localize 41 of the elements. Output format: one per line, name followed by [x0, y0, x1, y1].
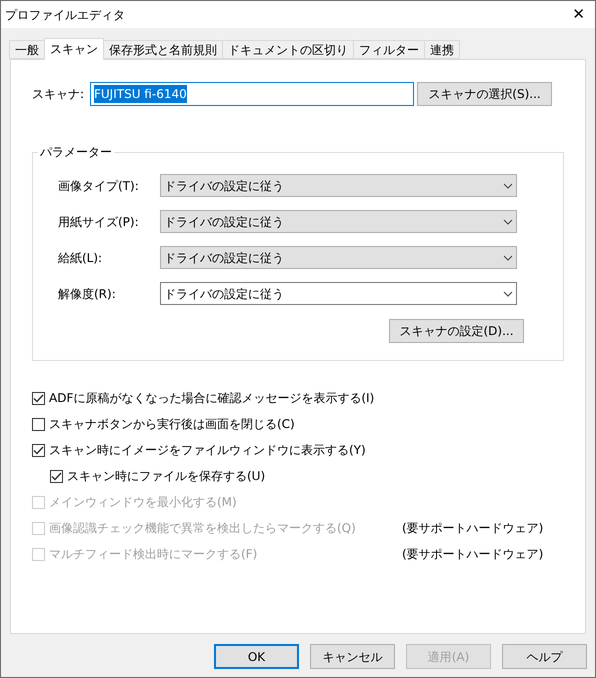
checkbox-label: 画像認識チェック機能で異常を検出したらマークする(Q)	[49, 520, 356, 537]
hardware-note: (要サポートハードウェア)	[402, 546, 544, 563]
checkbox-label: スキャン時にイメージをファイルウィンドウに表示する(Y)	[49, 442, 366, 459]
dropdown[interactable]: ドライバの設定に従う	[160, 282, 517, 305]
tab[interactable]: スキャン	[44, 38, 104, 60]
field-label: 用紙サイズ(P):	[58, 214, 140, 230]
checkbox[interactable]	[32, 444, 45, 456]
checkbox[interactable]	[50, 470, 63, 482]
dialog-button[interactable]: OK	[214, 644, 299, 669]
chevron-down-icon	[503, 290, 513, 296]
chevron-down-icon	[503, 218, 513, 224]
scanner-settings-button[interactable]: スキャナの設定(D)...	[389, 319, 524, 343]
field-label: 解像度(R):	[58, 286, 117, 302]
group-title: パラメーター	[38, 144, 114, 160]
tab[interactable]: ドキュメントの区切り	[222, 40, 354, 59]
tab[interactable]: 連携	[424, 40, 460, 59]
checkbox-label: ADFに原稿がなくなった場合に確認メッセージを表示する(I)	[49, 390, 374, 407]
close-button[interactable]: ✕	[572, 7, 585, 22]
tab[interactable]: フィルター	[353, 40, 425, 59]
dialog-button[interactable]: キャンセル	[310, 644, 395, 669]
chevron-down-icon	[503, 254, 513, 260]
checkbox-label: マルチフィード検出時にマークする(F)	[49, 546, 258, 563]
tab[interactable]: 保存形式と名前規則	[103, 40, 223, 59]
select-scanner-button[interactable]: スキャナの選択(S)...	[417, 82, 552, 106]
checkmark-icon	[33, 394, 44, 402]
checkbox[interactable]	[32, 418, 45, 430]
checkbox-label: メインウィンドウを最小化する(M)	[49, 494, 237, 511]
scanner-label: スキャナ:	[32, 86, 86, 103]
checkbox-label: スキャン時にファイルを保存する(U)	[67, 468, 266, 485]
checkbox-label: スキャナボタンから実行後は画面を閉じる(C)	[49, 416, 295, 433]
checkbox[interactable]	[32, 392, 45, 404]
dialog-button[interactable]: ヘルプ	[502, 644, 587, 669]
field-label: 画像タイプ(T):	[58, 178, 140, 194]
checkmark-icon	[51, 472, 62, 480]
checkmark-icon	[33, 446, 44, 454]
window-title: プロファイルエディタ	[5, 6, 125, 24]
chevron-down-icon	[503, 182, 513, 188]
field-label: 給紙(L):	[58, 250, 104, 266]
tab[interactable]: 一般	[9, 40, 45, 59]
scanner-field[interactable]: FUJITSU fi-6140	[90, 82, 414, 106]
hardware-note: (要サポートハードウェア)	[402, 520, 544, 537]
